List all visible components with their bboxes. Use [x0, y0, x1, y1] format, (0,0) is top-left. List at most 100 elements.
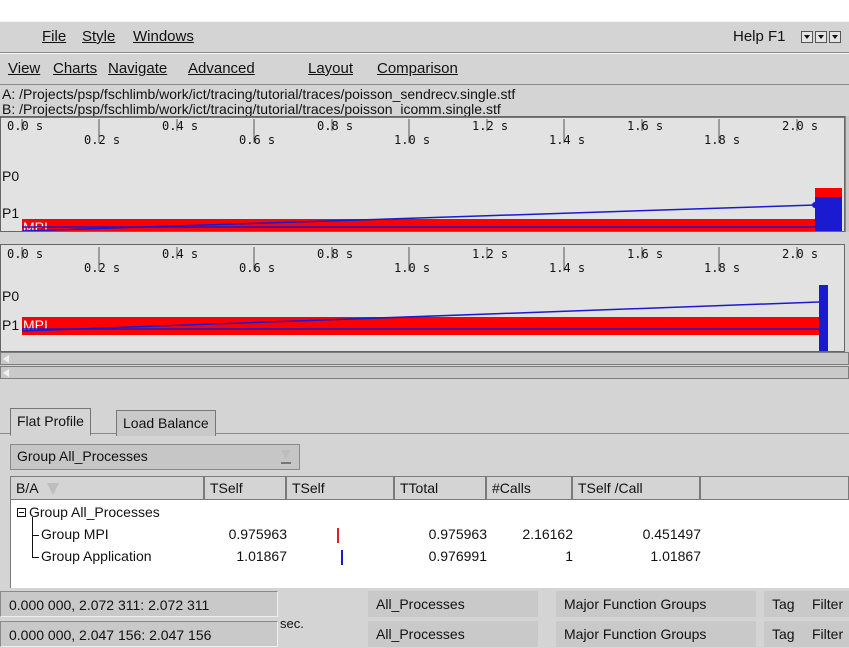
- tick-label: 1.4 s: [549, 261, 585, 275]
- sort-down-icon: [46, 483, 59, 496]
- status-time-range[interactable]: 0.000 000, 2.072 311: 2.072 311: [0, 591, 278, 617]
- timeline-b-hscroll[interactable]: [0, 352, 849, 365]
- tick-label: 2.0 s: [782, 119, 818, 133]
- menu-windows[interactable]: Windows: [133, 28, 194, 45]
- timeline-b[interactable]: 0.0 s 0.4 s 0.8 s 1.2 s 1.6 s 2.0 s 0.2 …: [0, 244, 845, 352]
- menu-file[interactable]: File: [42, 28, 66, 45]
- tick-label: 2.0 s: [782, 247, 818, 261]
- column-header-tself-bar[interactable]: TSelf: [286, 476, 394, 500]
- scroll-left-icon[interactable]: [3, 355, 9, 363]
- chart-menubar: View Charts Navigate Advanced Layout Com…: [0, 53, 849, 85]
- status-functions[interactable]: Major Function Groups: [556, 591, 756, 617]
- menu-layout-label: Layout: [308, 60, 354, 77]
- column-header-tself-per-call[interactable]: TSelf /Call: [572, 476, 700, 500]
- tick-label: 0.2 s: [84, 261, 120, 275]
- menu-comparison-label: Comparison: [377, 60, 458, 77]
- row-tself: 0.975963: [228, 526, 287, 542]
- message-endpoint: [819, 299, 825, 305]
- status-filter[interactable]: Filter: [804, 621, 849, 647]
- column-header-empty: [700, 476, 849, 500]
- tree-row-root[interactable]: Group All_Processes: [11, 502, 849, 524]
- process-label-p1: P1: [2, 205, 19, 221]
- row-tself-per-call: 0.451497: [642, 526, 701, 542]
- p0-mpi-burst: [815, 188, 842, 197]
- tab-flat-profile[interactable]: Flat Profile: [10, 408, 91, 436]
- menu-style[interactable]: Style: [82, 28, 115, 45]
- status-time-range[interactable]: 0.000 000, 2.047 156: 2.047 156: [0, 621, 278, 647]
- column-header-ttotal[interactable]: TTotal: [394, 476, 486, 500]
- row-ttotal: 0.976991: [428, 548, 487, 564]
- status-tag[interactable]: Tag: [764, 591, 804, 617]
- timeline-a-hscroll[interactable]: [0, 366, 849, 379]
- status-functions[interactable]: Major Function Groups: [556, 621, 756, 647]
- row-tself: 1.01867: [236, 548, 287, 564]
- message-endpoint: [812, 202, 818, 208]
- menu-view[interactable]: View: [8, 60, 40, 77]
- menu-charts-label: Charts: [53, 60, 98, 77]
- dropdown-arrow-icon: [281, 450, 291, 464]
- grouping-select-value: Group All_Processes: [17, 448, 148, 464]
- menu-advanced-label: Advanced: [188, 60, 255, 77]
- row-ttotal: 0.975963: [428, 526, 487, 542]
- menu-layout[interactable]: Layout: [308, 60, 353, 77]
- tick-label: 1.0 s: [394, 261, 430, 275]
- menu-advanced[interactable]: Advanced: [188, 60, 255, 77]
- column-header-calls[interactable]: #Calls: [486, 476, 572, 500]
- window-minimize-icon[interactable]: [815, 31, 827, 43]
- tab-load-balance[interactable]: Load Balance: [116, 410, 216, 436]
- table-row[interactable]: Group MPI 0.975963 0.975963 2.16162 0.45…: [11, 524, 849, 546]
- status-tag[interactable]: Tag: [764, 621, 804, 647]
- menu-navigate-label: Navigate: [108, 60, 168, 77]
- row-name: Group MPI: [41, 526, 109, 542]
- menu-navigate[interactable]: Navigate: [108, 60, 167, 77]
- window-menu-icon[interactable]: [801, 31, 813, 43]
- column-header-tself[interactable]: TSelf: [204, 476, 286, 500]
- menu-help[interactable]: Help F1: [733, 28, 786, 45]
- row-calls: 2.16162: [522, 526, 573, 542]
- status-filter[interactable]: Filter: [804, 591, 849, 617]
- tick-label: 1.6 s: [627, 119, 663, 133]
- column-label: TSelf: [210, 480, 243, 496]
- tick-label: 0.6 s: [239, 261, 275, 275]
- status-processes[interactable]: All_Processes: [368, 591, 538, 617]
- tick-label: 0.0 s: [7, 119, 43, 133]
- tick-label: 0.4 s: [162, 247, 198, 261]
- process-label-p0: P0: [2, 168, 19, 184]
- scroll-left-icon[interactable]: [3, 369, 9, 377]
- tab-label: Load Balance: [123, 415, 209, 431]
- column-label: TTotal: [400, 480, 439, 496]
- tick-label: 1.6 s: [627, 247, 663, 261]
- menu-charts[interactable]: Charts: [53, 60, 97, 77]
- column-label: B/A: [16, 480, 39, 496]
- row-name: Group Application: [41, 548, 152, 564]
- menu-style-label: Style: [82, 28, 116, 45]
- p0-app-burst: [819, 285, 828, 351]
- tree-collapse-icon[interactable]: [17, 508, 26, 517]
- menu-comparison[interactable]: Comparison: [377, 60, 458, 77]
- tick-label: 1.8 s: [704, 261, 740, 275]
- status-processes[interactable]: All_Processes: [368, 621, 538, 647]
- status-bar-b: 0.000 000, 2.047 156: 2.047 156 All_Proc…: [0, 619, 849, 648]
- grouping-select[interactable]: Group All_Processes: [10, 444, 300, 470]
- p1-app-burst: [815, 219, 842, 231]
- tree-root-label: Group All_Processes: [29, 504, 160, 520]
- table-row[interactable]: Group Application 1.01867 0.976991 1 1.0…: [11, 546, 849, 568]
- timeline-a[interactable]: 0.0 s 0.4 s 0.8 s 1.2 s 1.6 s 2.0 s 0.2 …: [0, 116, 845, 232]
- timeline-b-canvas: 0.0 s 0.4 s 0.8 s 1.2 s 1.6 s 2.0 s 0.2 …: [2, 247, 828, 351]
- tick-label: 0.2 s: [84, 133, 120, 147]
- trace-file-b: B: /Projects/psp/fschlimb/work/ict/traci…: [2, 101, 501, 117]
- tick-label: 1.0 s: [394, 133, 430, 147]
- column-label: #Calls: [492, 480, 531, 496]
- timeline-a-canvas: 0.0 s 0.4 s 0.8 s 1.2 s 1.6 s 2.0 s 0.2 …: [1, 117, 844, 231]
- tick-label: 1.2 s: [472, 247, 508, 261]
- column-header-ba[interactable]: B/A: [10, 476, 204, 500]
- app-window: File Style Windows Help F1 View Charts N…: [0, 21, 849, 648]
- timeline-a-vscroll[interactable]: [845, 116, 849, 232]
- tick-label: 0.8 s: [317, 119, 353, 133]
- profile-tabs: Flat Profile Load Balance: [0, 406, 849, 436]
- profile-table-header: B/A TSelf TSelf TTotal #Calls TSelf /Cal…: [10, 476, 849, 500]
- tself-bar-mpi: [337, 528, 339, 543]
- status-bar-a: 0.000 000, 2.072 311: 2.072 311 All_Proc…: [0, 589, 849, 619]
- window-close-icon[interactable]: [829, 31, 841, 43]
- menu-help-label: Help F1: [733, 28, 786, 45]
